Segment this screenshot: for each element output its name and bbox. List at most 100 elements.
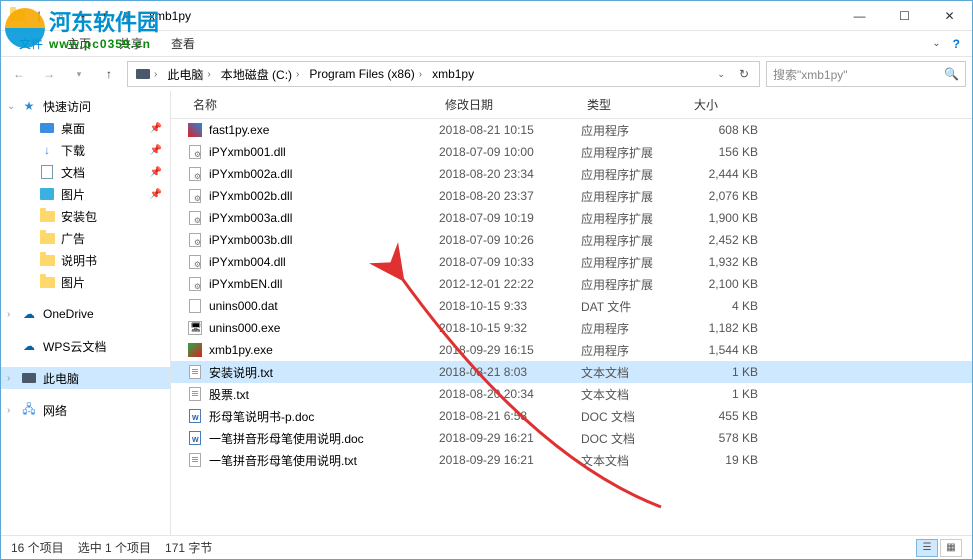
search-input[interactable]: 搜索"xmb1py" 🔍 xyxy=(766,61,966,87)
file-name: iPYxmb002a.dll xyxy=(209,167,292,181)
recent-dropdown-icon[interactable]: ▾ xyxy=(67,62,91,86)
nav-downloads[interactable]: ↓下载📌 xyxy=(1,139,170,161)
nav-folder-1[interactable]: 广告 xyxy=(1,227,170,249)
file-name: iPYxmb003a.dll xyxy=(209,211,292,225)
col-name[interactable]: 名称 xyxy=(187,96,439,113)
breadcrumb[interactable]: › 此电脑› 本地磁盘 (C:)› Program Files (x86)› x… xyxy=(127,61,760,87)
nav-folder-3[interactable]: 图片 xyxy=(1,271,170,293)
file-type: 应用程序 xyxy=(581,122,688,139)
file-icon xyxy=(187,276,203,292)
file-size: 608 KB xyxy=(688,123,778,137)
history-dropdown-icon[interactable]: ⌄ xyxy=(711,69,731,80)
nav-documents[interactable]: 文档📌 xyxy=(1,161,170,183)
file-type: 应用程序 xyxy=(581,320,688,337)
breadcrumb-seg-1[interactable]: 本地磁盘 (C:)› xyxy=(217,64,304,85)
qat-divider: | xyxy=(117,6,137,26)
file-size: 578 KB xyxy=(688,431,778,445)
file-icon xyxy=(187,144,203,160)
file-size: 1,182 KB xyxy=(688,321,778,335)
breadcrumb-seg-0[interactable]: 此电脑› xyxy=(163,64,214,85)
nav-thispc[interactable]: ›此电脑 xyxy=(1,367,170,389)
file-date: 2018-07-09 10:19 xyxy=(439,211,581,225)
breadcrumb-seg-3[interactable]: xmb1py xyxy=(428,65,478,83)
file-name: xmb1py.exe xyxy=(209,343,273,357)
breadcrumb-pc-icon[interactable]: › xyxy=(132,67,161,82)
file-icon xyxy=(187,452,203,468)
nav-pane[interactable]: ⌄★快速访问 桌面📌 ↓下载📌 文档📌 图片📌 安装包 广告 说明书 图片 ›☁… xyxy=(1,91,171,535)
breadcrumb-seg-2[interactable]: Program Files (x86)› xyxy=(305,65,426,83)
nav-network[interactable]: ›🖧网络 xyxy=(1,399,170,421)
file-type: 文本文档 xyxy=(581,452,688,469)
file-type: 应用程序扩展 xyxy=(581,210,688,227)
nav-pictures[interactable]: 图片📌 xyxy=(1,183,170,205)
ribbon-tab-home[interactable]: 主页 xyxy=(57,31,101,56)
file-name: 一笔拼音形母笔使用说明.txt xyxy=(209,452,357,469)
nav-desktop[interactable]: 桌面📌 xyxy=(1,117,170,139)
file-row[interactable]: unins000.dat2018-10-15 9:33DAT 文件4 KB xyxy=(171,295,972,317)
file-name: 一笔拼音形母笔使用说明.doc xyxy=(209,430,364,447)
file-date: 2012-12-01 22:22 xyxy=(439,277,581,291)
qat-new-icon[interactable]: ▪ xyxy=(73,6,93,26)
nav-quick-access[interactable]: ⌄★快速访问 xyxy=(1,95,170,117)
column-headers[interactable]: 名称 修改日期 类型 大小 xyxy=(171,91,972,119)
file-icon xyxy=(187,166,203,182)
back-button[interactable]: ← xyxy=(7,62,31,86)
file-row[interactable]: 一笔拼音形母笔使用说明.doc2018-09-29 16:21DOC 文档578… xyxy=(171,427,972,449)
ribbon-tab-view[interactable]: 查看 xyxy=(161,31,205,56)
file-row[interactable]: iPYxmb003a.dll2018-07-09 10:19应用程序扩展1,90… xyxy=(171,207,972,229)
qat-dropdown-icon[interactable]: ▾ xyxy=(95,6,115,26)
search-icon[interactable]: 🔍 xyxy=(944,67,959,81)
file-date: 2018-08-21 10:15 xyxy=(439,123,581,137)
file-date: 2018-10-15 9:33 xyxy=(439,299,581,313)
col-size[interactable]: 大小 xyxy=(688,96,778,113)
file-size: 4 KB xyxy=(688,299,778,313)
file-size: 2,100 KB xyxy=(688,277,778,291)
file-icon xyxy=(187,430,203,446)
view-details-button[interactable]: ☰ xyxy=(916,539,938,557)
ribbon-expand-icon[interactable]: ⌄ xyxy=(932,38,940,49)
file-size: 2,452 KB xyxy=(688,233,778,247)
file-tab[interactable]: 文件 xyxy=(13,31,49,56)
minimize-button[interactable]: — xyxy=(837,1,882,30)
col-type[interactable]: 类型 xyxy=(581,96,688,113)
help-icon[interactable]: ? xyxy=(953,37,960,51)
file-name: unins000.exe xyxy=(209,321,280,335)
file-icon xyxy=(187,408,203,424)
nav-folder-0[interactable]: 安装包 xyxy=(1,205,170,227)
close-button[interactable]: ✕ xyxy=(927,1,972,30)
nav-onedrive[interactable]: ›☁OneDrive xyxy=(1,303,170,325)
maximize-button[interactable]: ☐ xyxy=(882,1,927,30)
file-row[interactable]: 安装说明.txt2018-08-21 8:03文本文档1 KB xyxy=(171,361,972,383)
file-row[interactable]: unins000.exe2018-10-15 9:32应用程序1,182 KB xyxy=(171,317,972,339)
file-row[interactable]: 股票.txt2018-08-20 20:34文本文档1 KB xyxy=(171,383,972,405)
up-button[interactable]: ↑ xyxy=(97,62,121,86)
file-row[interactable]: iPYxmb001.dll2018-07-09 10:00应用程序扩展156 K… xyxy=(171,141,972,163)
file-date: 2018-09-29 16:21 xyxy=(439,453,581,467)
nav-folder-2[interactable]: 说明书 xyxy=(1,249,170,271)
nav-wps[interactable]: ☁WPS云文档 xyxy=(1,335,170,357)
search-placeholder: 搜索"xmb1py" xyxy=(773,66,848,83)
file-row[interactable]: iPYxmb002b.dll2018-08-20 23:37应用程序扩展2,07… xyxy=(171,185,972,207)
file-rows[interactable]: fast1py.exe2018-08-21 10:15应用程序608 KBiPY… xyxy=(171,119,972,535)
file-row[interactable]: fast1py.exe2018-08-21 10:15应用程序608 KB xyxy=(171,119,972,141)
file-type: 文本文档 xyxy=(581,386,688,403)
view-icons-button[interactable]: ▦ xyxy=(940,539,962,557)
file-name: iPYxmb002b.dll xyxy=(209,189,292,203)
file-type: 应用程序 xyxy=(581,342,688,359)
qat-properties-icon[interactable]: ▫ xyxy=(51,6,71,26)
file-row[interactable]: iPYxmbEN.dll2012-12-01 22:22应用程序扩展2,100 … xyxy=(171,273,972,295)
col-date[interactable]: 修改日期 xyxy=(439,96,581,113)
file-row[interactable]: 形母笔说明书-p.doc2018-08-21 6:58DOC 文档455 KB xyxy=(171,405,972,427)
status-size: 171 字节 xyxy=(165,539,212,556)
file-size: 156 KB xyxy=(688,145,778,159)
file-row[interactable]: 一笔拼音形母笔使用说明.txt2018-09-29 16:21文本文档19 KB xyxy=(171,449,972,471)
refresh-icon[interactable]: ↻ xyxy=(733,67,755,81)
file-row[interactable]: iPYxmb003b.dll2018-07-09 10:26应用程序扩展2,45… xyxy=(171,229,972,251)
file-name: iPYxmbEN.dll xyxy=(209,277,282,291)
file-row[interactable]: iPYxmb002a.dll2018-08-20 23:34应用程序扩展2,44… xyxy=(171,163,972,185)
file-icon xyxy=(187,254,203,270)
file-row[interactable]: iPYxmb004.dll2018-07-09 10:33应用程序扩展1,932… xyxy=(171,251,972,273)
file-size: 1 KB xyxy=(688,365,778,379)
file-row[interactable]: xmb1py.exe2018-09-29 16:15应用程序1,544 KB xyxy=(171,339,972,361)
ribbon-tab-share[interactable]: 共享 xyxy=(109,31,153,56)
